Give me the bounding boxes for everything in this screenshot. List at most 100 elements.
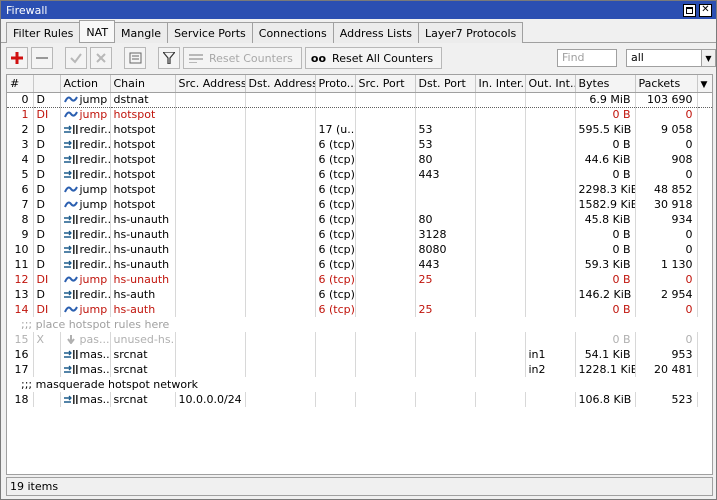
maximize-button[interactable] <box>683 3 696 17</box>
column-header-bytes[interactable]: Bytes <box>575 75 636 93</box>
cell-in-interface <box>475 347 526 362</box>
table-row[interactable]: 14 DI jump hs-auth 6 (tcp) 25 0 B0 <box>7 302 712 317</box>
add-button[interactable] <box>6 47 28 69</box>
cell-filler <box>697 302 712 317</box>
cell-action: redir... <box>60 167 111 182</box>
tab-address-lists[interactable]: Address Lists <box>332 22 420 43</box>
cell-src-address <box>175 347 246 362</box>
column-header-in-interface[interactable]: In. Inter... <box>475 75 526 93</box>
filter-select-value: all <box>631 51 644 64</box>
cell-in-interface <box>475 392 526 407</box>
cell-in-interface <box>475 107 526 122</box>
enable-button[interactable] <box>65 47 87 69</box>
cell-num: 1 <box>7 107 34 122</box>
cell-bytes: 0 B <box>575 242 636 257</box>
comment-text: ;;; masquerade hotspot network <box>7 377 712 392</box>
table-row[interactable]: 2Dredir...hotspot 17 (u... 53 595.5 KiB9 05… <box>7 122 712 137</box>
table-row[interactable]: 9Dredir...hs-unauth 6 (tcp) 3128 0 B0 <box>7 227 712 242</box>
column-header-src-address[interactable]: Src. Address <box>175 75 246 93</box>
title-bar[interactable]: Firewall ✕ <box>1 1 716 19</box>
table-row[interactable]: 6 Djump hotspot 6 (tcp) 2298.3 KiB 48 852 <box>7 182 712 197</box>
cell-dst-port <box>415 362 476 377</box>
table-row[interactable]: 11Dredir...hs-unauth 6 (tcp) 443 59.3 KiB1 … <box>7 257 712 272</box>
cell-in-interface <box>475 227 526 242</box>
comment-row[interactable]: ;;; masquerade hotspot network <box>7 377 712 392</box>
cell-protocol: 6 (tcp) <box>315 287 356 302</box>
table-row[interactable]: 0 Djump dstnat 6.9 MiB 103 690 <box>7 91 712 108</box>
column-header-flags[interactable] <box>33 75 61 93</box>
cell-out-interface <box>525 227 576 242</box>
table-row[interactable]: 1 DI jump hotspot 0 B0 <box>7 107 712 122</box>
table-row[interactable]: 15 Xpas... unused-hs... 0 B0 <box>7 332 712 347</box>
redirect-icon <box>63 155 78 164</box>
find-input[interactable]: Find <box>557 49 617 67</box>
cell-filler <box>697 182 712 197</box>
table-row[interactable]: 3Dredir...hotspot 6 (tcp) 53 0 B0 <box>7 137 712 152</box>
cell-flags: D <box>33 152 61 167</box>
filter-button[interactable] <box>158 47 180 69</box>
column-header-dst-port[interactable]: Dst. Port <box>415 75 476 93</box>
chevron-down-icon[interactable]: ▼ <box>701 50 715 66</box>
table-row[interactable]: 4Dredir...hotspot 6 (tcp) 80 44.6 KiB908 <box>7 152 712 167</box>
minus-icon <box>36 57 48 59</box>
cell-flags: D <box>33 287 61 302</box>
cell-protocol <box>315 332 356 347</box>
cell-dst-port: 80 <box>415 152 476 167</box>
cell-flags: DI <box>33 302 61 317</box>
cell-src-port <box>355 182 416 197</box>
reset-counters-button[interactable]: Reset Counters <box>183 47 302 69</box>
column-header-packets[interactable]: Packets <box>635 75 698 93</box>
action-label: jump <box>79 272 108 286</box>
table-row[interactable]: 13Dredir...hs-auth 6 (tcp) 146.2 KiB2 954 <box>7 287 712 302</box>
cell-packets: 0 <box>635 302 698 317</box>
tab-nat[interactable]: NAT <box>79 20 116 42</box>
action-label: redir... <box>79 287 110 301</box>
action-label: redir... <box>79 212 110 226</box>
column-header-num[interactable]: # <box>7 75 34 93</box>
tab-mangle[interactable]: Mangle <box>114 22 169 43</box>
column-header-out-interface[interactable]: Out. Int... <box>525 75 576 93</box>
table-row[interactable]: 18 mas... srcnat 10.0.0.0/24 106.8 KiB 523 <box>7 392 712 407</box>
table-row[interactable]: 12 DI jump hs-unauth 6 (tcp) 25 0 B0 <box>7 272 712 287</box>
cell-protocol: 6 (tcp) <box>315 167 356 182</box>
cell-flags: D <box>33 167 61 182</box>
column-header-src-port[interactable]: Src. Port <box>355 75 416 93</box>
remove-button[interactable] <box>31 47 53 69</box>
table-row[interactable]: 5Dredir...hotspot 6 (tcp) 443 0 B0 <box>7 167 712 182</box>
cell-src-address <box>175 272 246 287</box>
cell-src-address <box>175 122 246 137</box>
column-header-action[interactable]: Action <box>60 75 111 93</box>
cell-filler <box>697 91 712 108</box>
cell-out-interface <box>525 287 576 302</box>
cell-in-interface <box>475 212 526 227</box>
tab-service-ports[interactable]: Service Ports <box>167 22 253 43</box>
comment-button[interactable] <box>124 47 146 69</box>
cell-num: 5 <box>7 167 34 182</box>
cell-src-address: 10.0.0.0/24 <box>175 392 246 407</box>
filter-select[interactable]: all ▼ <box>626 49 716 67</box>
close-button[interactable]: ✕ <box>699 3 712 17</box>
table-row[interactable]: 16 mas... srcnat in1 54.1 KiB 953 <box>7 347 712 362</box>
cell-bytes: 0 B <box>575 137 636 152</box>
column-header-chain[interactable]: Chain <box>110 75 176 93</box>
reset-counters-icon <box>189 54 203 63</box>
column-header-protocol[interactable]: Proto... <box>315 75 356 93</box>
table-row[interactable]: 17 mas... srcnat in2 1228.1 KiB 20 481 <box>7 362 712 377</box>
table-row[interactable]: 10Dredir...hs-unauth 6 (tcp) 8080 0 B0 <box>7 242 712 257</box>
comment-row[interactable]: ;;; place hotspot rules here <box>7 317 712 332</box>
tab-filter-rules[interactable]: Filter Rules <box>6 22 81 43</box>
disable-button[interactable] <box>90 47 112 69</box>
table-row[interactable]: 7 Djump hotspot 6 (tcp) 1582.9 KiB 30 918 <box>7 197 712 212</box>
table-row[interactable]: 8Dredir...hs-unauth 6 (tcp) 80 45.8 KiB934 <box>7 212 712 227</box>
columns-menu-button[interactable]: ▼ <box>697 75 712 93</box>
tab-layer7-protocols[interactable]: Layer7 Protocols <box>418 22 524 43</box>
cell-filler <box>697 167 712 182</box>
redirect-icon <box>63 395 78 404</box>
cell-packets: 934 <box>635 212 698 227</box>
cell-packets: 30 918 <box>635 197 698 212</box>
column-header-dst-address[interactable]: Dst. Address <box>245 75 316 93</box>
tab-connections[interactable]: Connections <box>251 22 334 43</box>
cell-dst-address <box>245 182 316 197</box>
cell-chain: unused-hs... <box>110 332 176 347</box>
reset-all-counters-button[interactable]: oo Reset All Counters <box>304 47 443 69</box>
